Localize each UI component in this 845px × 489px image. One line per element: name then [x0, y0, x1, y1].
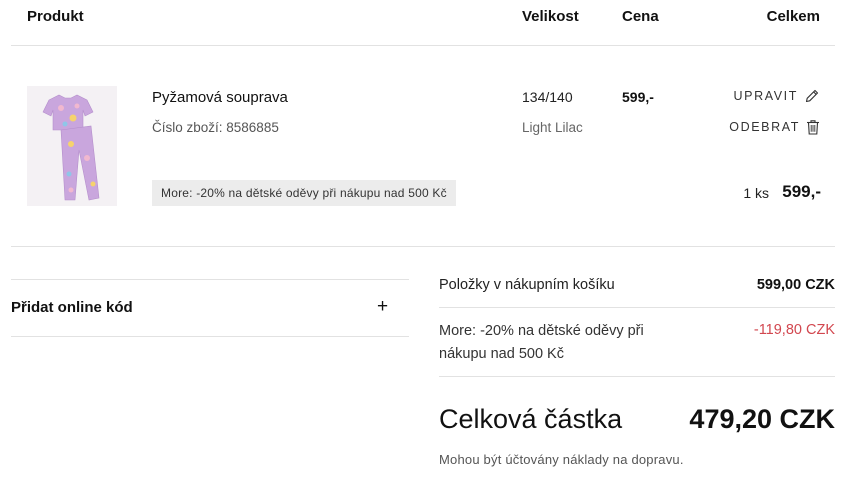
header-product: Produkt — [27, 8, 84, 25]
total-label: Celková částka — [439, 404, 623, 434]
shipping-note: Mohou být účtovány náklady na dopravu. — [439, 452, 684, 467]
header-price: Cena — [622, 8, 659, 25]
line-total: 599,- — [782, 182, 821, 201]
summary-divider-2 — [439, 376, 835, 377]
product-price: 599,- — [622, 89, 654, 105]
coupon-top-divider — [11, 279, 409, 280]
summary-discount-label: More: -20% na dětské oděvy při nákupu na… — [439, 323, 644, 362]
edit-label: UPRAVIT — [733, 89, 798, 103]
summary-items-value: 599,00 CZK — [756, 277, 835, 293]
trash-icon — [807, 120, 819, 135]
remove-button[interactable]: ODEBRAT — [729, 119, 820, 135]
summary-items-label: Položky v nákupním košíku — [439, 277, 615, 293]
plus-icon[interactable]: + — [377, 296, 388, 318]
header-total: Celkem — [766, 8, 820, 25]
remove-label: ODEBRAT — [729, 120, 800, 134]
pajama-set-image — [27, 86, 117, 206]
summary-discount-value: -119,80 CZK — [753, 322, 835, 338]
summary-divider-1 — [439, 307, 835, 308]
header-divider — [11, 45, 835, 46]
product-image[interactable] — [27, 86, 117, 206]
promo-badge: More: -20% na dětské oděvy při nákupu na… — [152, 180, 456, 206]
coupon-bottom-divider — [11, 336, 409, 337]
edit-button[interactable]: UPRAVIT — [734, 88, 820, 104]
total-value: 479,20 CZK — [689, 404, 835, 434]
product-sku: Číslo zboží: 8586885 — [152, 120, 279, 135]
product-name[interactable]: Pyžamová souprava — [152, 89, 288, 106]
product-color: Light Lilac — [522, 120, 583, 135]
product-size: 134/140 — [522, 89, 573, 105]
pencil-icon — [805, 89, 819, 103]
quantity: 1 ks — [743, 185, 769, 201]
item-divider — [11, 246, 835, 247]
header-size: Velikost — [522, 8, 579, 25]
add-online-code-toggle[interactable]: Přidat online kód — [11, 299, 133, 316]
